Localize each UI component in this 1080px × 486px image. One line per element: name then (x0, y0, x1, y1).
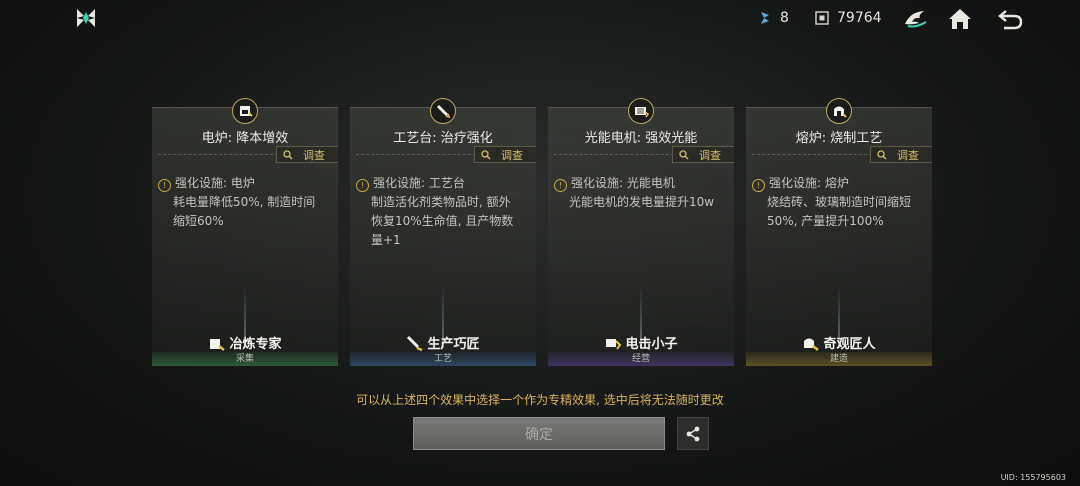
inspect-button[interactable]: 调查 (474, 146, 536, 163)
magnifier-icon (283, 149, 293, 159)
user-id: UID: 155795603 (1000, 473, 1066, 482)
card-description: ! 强化设施: 熔炉 烧结砖、玻璃制造时间缩短 50%, 产量提升100% (752, 174, 922, 231)
effect-card-electric-furnace[interactable]: 电炉: 降本增效 调查 ! 强化设施: 电炉 耗电量降低50%, 制造时间 缩短6… (152, 98, 338, 366)
info-icon: ! (158, 179, 171, 192)
desc-line: 制造活化剂类物品时, 额外 (371, 195, 511, 209)
specialty-label: 电击小子 (548, 333, 734, 352)
effect-card-workbench[interactable]: 工艺台: 治疗强化 调查 ! 强化设施: 工艺台 制造活化剂类物品时, 额外 恢复… (350, 98, 536, 366)
chip-value: 79764 (837, 10, 882, 26)
desc-line: 50%, 产量提升100% (767, 214, 884, 228)
card-description: ! 强化设施: 电炉 耗电量降低50%, 制造时间 缩短60% (158, 174, 328, 231)
specialty-name: 电击小子 (625, 337, 678, 352)
info-icon: ! (554, 179, 567, 192)
magnifier-icon (877, 149, 887, 159)
desc-line: 强化设施: 光能电机 (571, 176, 675, 190)
back-icon[interactable] (996, 6, 1024, 32)
divider (752, 154, 872, 155)
desc-line: 耗电量降低50%, 制造时间 (173, 195, 316, 209)
divider (554, 154, 674, 155)
info-icon: ! (752, 179, 765, 192)
generator-icon (635, 107, 649, 118)
electric-icon (606, 338, 622, 350)
card-title: 电炉: 降本增效 (201, 131, 289, 146)
category-tag: 采集 (152, 352, 338, 366)
specialty-name: 奇观匠人 (823, 337, 876, 352)
desc-line: 光能电机的发电量提升10w (569, 195, 715, 209)
card-badge (826, 98, 852, 124)
desc-line: 强化设施: 工艺台 (373, 176, 465, 190)
share-icon (686, 426, 700, 441)
card-badge (430, 98, 456, 124)
desc-line: 强化设施: 电炉 (175, 176, 255, 190)
smelter-icon (210, 338, 226, 351)
chip-counter: 79764 (815, 10, 882, 26)
info-icon: ! (356, 179, 369, 192)
category-tag: 建造 (746, 352, 932, 366)
desc-line: 恢复10%生命值, 且产物数 (371, 214, 514, 228)
card-badge (232, 98, 258, 124)
card-description: ! 强化设施: 光能电机 光能电机的发电量提升10w (554, 174, 724, 212)
magnifier-icon (679, 149, 689, 159)
desc-line: 烧结砖、玻璃制造时间缩短 (767, 195, 912, 209)
inspect-label: 调查 (897, 148, 919, 162)
divider (356, 154, 476, 155)
desc-line: 量+1 (371, 233, 401, 247)
desc-line: 缩短60% (173, 214, 224, 228)
dragon-icon[interactable] (902, 6, 930, 32)
specialty-name: 生产巧匠 (427, 337, 480, 352)
magnifier-icon (481, 149, 491, 159)
card-title: 工艺台: 治疗强化 (393, 131, 493, 146)
energy-icon (761, 12, 769, 24)
desc-line: 强化设施: 熔炉 (769, 176, 849, 190)
card-description: ! 强化设施: 工艺台 制造活化剂类物品时, 额外 恢复10%生命值, 且产物数 … (356, 174, 526, 250)
card-badge (628, 98, 654, 124)
inspect-label: 调查 (699, 148, 721, 162)
effect-card-solar-generator[interactable]: 光能电机: 强效光能 调查 ! 强化设施: 光能电机 光能电机的发电量提升10w … (548, 98, 734, 366)
inspect-button[interactable]: 调查 (672, 146, 734, 163)
syringe-icon (436, 104, 451, 119)
selection-notice: 可以从上述四个效果中选择一个作为专精效果, 选中后将无法随时更改 (356, 393, 724, 407)
category-tag: 经营 (548, 352, 734, 366)
kiln-icon (834, 106, 847, 118)
specialty-name: 冶炼专家 (229, 337, 282, 352)
furnace-icon (240, 106, 253, 117)
inspect-button[interactable]: 调查 (870, 146, 932, 163)
confirm-button[interactable]: 确定 (413, 417, 665, 450)
wonder-icon (804, 338, 820, 351)
energy-value: 8 (780, 10, 789, 26)
share-button[interactable] (677, 417, 709, 450)
inspect-button[interactable]: 调查 (276, 146, 338, 163)
specialty-label: 冶炼专家 (152, 333, 338, 352)
inspect-label: 调查 (303, 148, 325, 162)
divider (158, 154, 278, 155)
category-tag: 工艺 (350, 352, 536, 366)
specialty-label: 奇观匠人 (746, 333, 932, 352)
card-title: 熔炉: 烧制工艺 (795, 131, 883, 146)
specialty-label: 生产巧匠 (350, 333, 536, 352)
home-icon[interactable] (946, 6, 974, 32)
effect-card-kiln[interactable]: 熔炉: 烧制工艺 调查 ! 强化设施: 熔炉 烧结砖、玻璃制造时间缩短 50%, … (746, 98, 932, 366)
craftsman-icon (407, 335, 423, 351)
chip-icon (815, 11, 829, 25)
top-bar: 8 79764 (0, 0, 1080, 40)
energy-counter: 8 (758, 10, 789, 26)
inspect-label: 调查 (501, 148, 523, 162)
card-title: 光能电机: 强效光能 (584, 131, 698, 146)
game-logo-icon[interactable] (74, 6, 98, 30)
